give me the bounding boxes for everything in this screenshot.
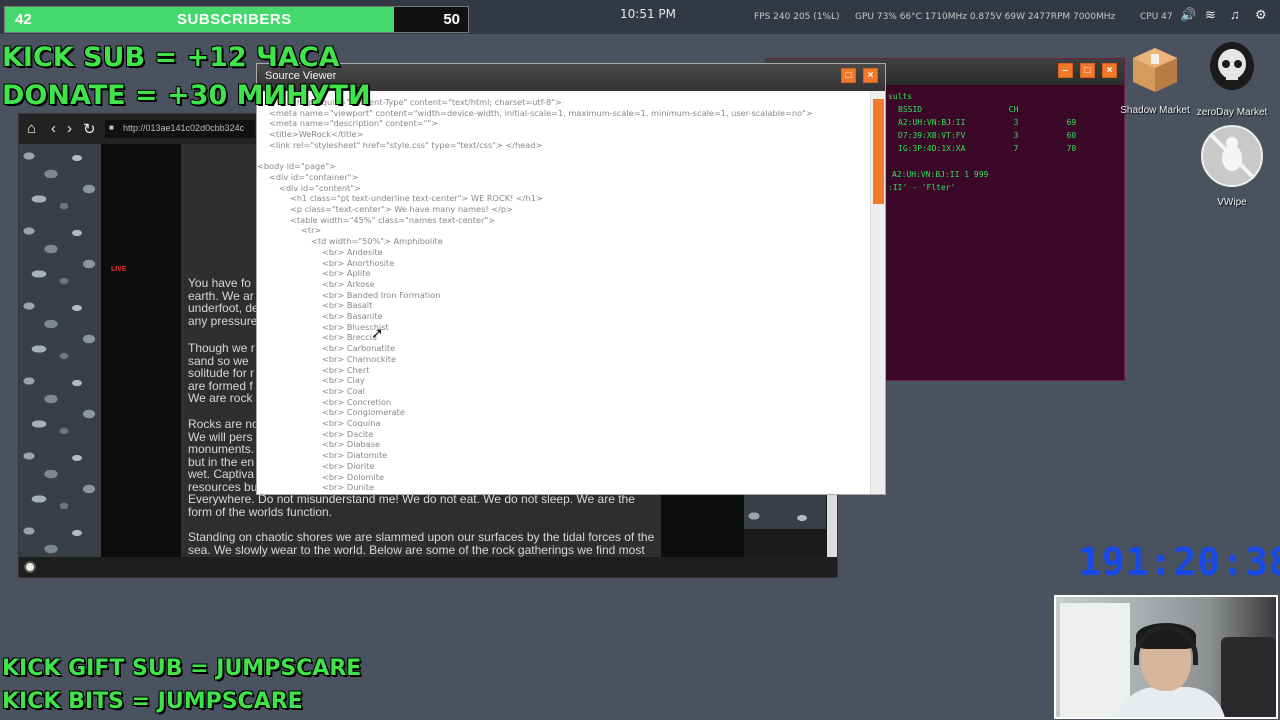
source-code-line: <br> Conglomerate <box>322 407 405 418</box>
refresh-icon[interactable]: ↻ <box>83 120 96 138</box>
desktop-icon-zeroday-market[interactable]: zeroDay Market <box>1195 40 1269 118</box>
terminal-line: sults <box>888 92 913 101</box>
clock: 10:51 PM <box>620 7 676 21</box>
desktop-icon-shadow-market[interactable]: Shadow Market <box>1118 44 1192 116</box>
source-code-line: <br> Anorthosite <box>322 257 395 268</box>
source-code-line: <br> Chert <box>322 364 370 375</box>
desktop-icon-vwipe[interactable]: VWipe <box>1195 124 1269 208</box>
desktop-icon-label: zeroDay Market <box>1196 107 1268 118</box>
webcam-window <box>1060 603 1130 717</box>
minimize-button[interactable]: – <box>1058 63 1073 78</box>
address-bar[interactable]: ■ http://013ae141c02d0cbb324c <box>105 120 255 138</box>
overlay-bits: KICK BITS = JUMPSCARE <box>2 689 303 714</box>
source-code-line: <br> Aplite <box>322 268 371 279</box>
mouse-cursor-icon: ➚ <box>371 325 384 342</box>
source-viewer-window: Source Viewer □ × http-equiv="Content-Ty… <box>256 63 886 495</box>
source-code-line: <br> Basalt <box>322 300 373 311</box>
bug-icon <box>1201 125 1263 187</box>
terminal-line: A2:UH:VN:BJ:II 3 69 <box>898 118 1077 127</box>
rock-texture-left <box>19 144 101 559</box>
source-code-line: <title>WeRock</title> <box>269 129 364 140</box>
volume-icon[interactable]: 🔊 <box>1180 7 1196 23</box>
back-icon[interactable]: ‹ <box>51 120 56 137</box>
forward-icon[interactable]: › <box>67 120 72 137</box>
source-code-line: <br> Dolomite <box>322 471 384 482</box>
source-code-line: <br> Clay <box>322 375 365 386</box>
package-icon <box>1133 48 1177 92</box>
overlay-gift-sub: KICK GIFT SUB = JUMPSCARE <box>2 656 362 681</box>
subathon-timer: 191:20:38 <box>1078 540 1280 584</box>
source-code-line: <div id="container"> <box>269 171 359 182</box>
source-code-line: <br> Charnockite <box>322 353 396 364</box>
terminal-line: A2:UH:VN:BJ:II 1 999 <box>892 170 989 179</box>
terminal-line: IG:3P:4D:1X:XA 7 70 <box>898 144 1077 153</box>
address-bar-text: http://013ae141c02d0cbb324c <box>123 123 245 133</box>
cpu-stats: CPU 47 <box>1140 12 1173 22</box>
subscriber-count: 42 <box>15 11 32 28</box>
source-code-line: <body id="page"> <box>257 161 336 172</box>
source-code-line: <br> Dacite <box>322 428 374 439</box>
fps-stats: FPS 240 205 (1%L) <box>754 12 840 22</box>
source-code-line: <td width="50%"> Amphibolite <box>311 236 443 247</box>
source-code-line: <br> Arkose <box>322 278 375 289</box>
source-code-area[interactable]: http-equiv="Content-Type" content="text/… <box>257 91 872 494</box>
subscriber-goal: 50 <box>443 11 460 28</box>
source-code-line: <br> Andesite <box>322 246 383 257</box>
source-code-line: <br> Coal <box>322 385 365 396</box>
terminal-line: BSSID CH <box>898 105 1019 114</box>
lock-icon: ■ <box>109 123 114 132</box>
source-code-line: <br> Banded Iron Formation <box>322 289 441 300</box>
webcam-feed <box>1054 595 1278 719</box>
source-code-line: <br> Concretion <box>322 396 392 407</box>
source-code-line: <br> Breccia <box>322 332 378 343</box>
page-paragraph-4: Standing on chaotic shores we are slamme… <box>188 531 655 557</box>
webcam-chair <box>1221 637 1276 717</box>
source-code-line: <meta name="description" content=""> <box>269 118 439 129</box>
subscriber-goal-widget: 42 SUBSCRIBERS 50 <box>4 6 469 33</box>
speaker-icon[interactable]: ♫ <box>1230 7 1240 22</box>
source-code-line: <br> Carbonatite <box>322 343 396 354</box>
close-button[interactable]: × <box>1102 63 1117 78</box>
home-icon[interactable]: ⌂ <box>27 120 36 137</box>
taskbar-top: 42 SUBSCRIBERS 50 10:51 PM FPS 240 205 (… <box>0 0 1280 34</box>
live-badge: LIVE <box>111 266 127 273</box>
source-code-line: <p class="text-center"> We have many nam… <box>290 204 513 214</box>
desktop-icon-label: VWipe <box>1217 197 1247 208</box>
wifi-icon[interactable]: ≋ <box>1205 7 1216 23</box>
source-code-line: <tr> <box>301 225 322 236</box>
gear-icon[interactable]: ⚙ <box>1255 7 1267 23</box>
desktop-icon-label: Shadow Market <box>1120 105 1190 116</box>
source-code-line: <br> Diorite <box>322 460 375 471</box>
browser-status-bar <box>19 557 837 577</box>
terminal-line: D7:39:XB:VT:FV 3 60 <box>898 131 1077 140</box>
source-scrollbar[interactable] <box>870 91 885 494</box>
source-code-line: <br> Diatomite <box>322 450 388 461</box>
overlay-kick-sub: KICK SUB = +12 ЧАСА <box>2 42 340 73</box>
skull-icon <box>1210 42 1254 90</box>
maximize-button[interactable]: □ <box>1080 63 1095 78</box>
maximize-button[interactable]: □ <box>841 68 856 83</box>
source-scrollbar-thumb[interactable] <box>873 99 884 204</box>
source-code-line: <br> Dunite <box>322 482 375 493</box>
source-code-line: <link rel="stylesheet" href="style.css" … <box>269 139 543 150</box>
source-code-line: <br> Coquina <box>322 418 381 428</box>
gpu-stats: GPU 73% 66°C 1710MHz 0.875V 69W 2477RPM … <box>855 12 1116 22</box>
source-code-line: <table width="45%" class="names text-cen… <box>290 214 496 225</box>
close-button[interactable]: × <box>863 68 878 83</box>
subscriber-label: SUBSCRIBERS <box>177 11 292 28</box>
source-code-line: <div id="content"> <box>279 182 361 193</box>
overlay-donate: DONATE = +30 МИНУТИ <box>2 80 371 111</box>
source-code-line: <br> Diabase <box>322 439 381 450</box>
source-code-line: <h1 class="pt text-underline text-center… <box>290 193 543 204</box>
source-code-line: <br> Basanite <box>322 311 383 321</box>
terminal-line: :II' - 'Flter' <box>888 183 956 192</box>
record-icon[interactable] <box>24 561 36 573</box>
